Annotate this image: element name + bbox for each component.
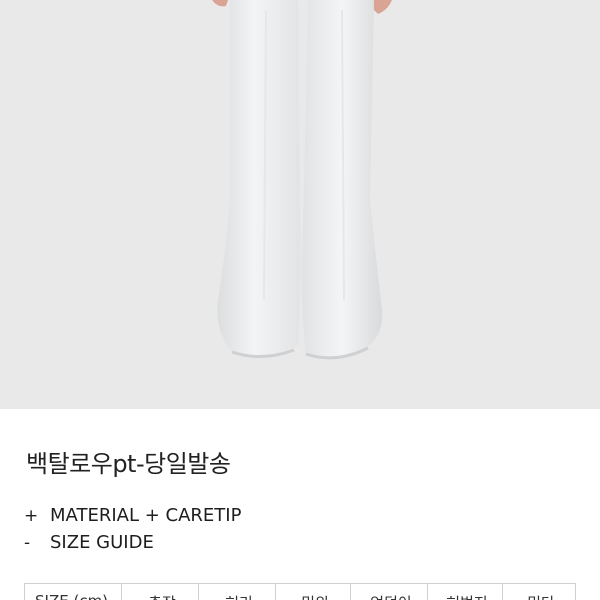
left-hand	[212, 0, 228, 7]
material-caretip-label: MATERIAL + CARETIP	[50, 505, 242, 526]
table-header-cell: 밑위	[275, 583, 351, 600]
table-header-cell: 허벅지	[427, 583, 503, 600]
table-header-cell: 엉덩이	[350, 583, 428, 600]
table-header-row: SIZE (cm) 총장 허리 밑위 엉덩이 허벅지 밑단	[24, 583, 576, 600]
collapse-minus-icon: -	[24, 532, 31, 553]
material-caretip-toggle[interactable]: + MATERIAL + CARETIP	[24, 505, 584, 526]
product-title: 백탈로우pt-당일발송	[26, 450, 231, 478]
table-header-cell: 밑단	[502, 583, 576, 600]
left-leg	[217, 0, 301, 356]
product-page: 백탈로우pt-당일발송 + MATERIAL + CARETIP - SIZE …	[0, 0, 600, 600]
size-guide-table: SIZE (cm) 총장 허리 밑위 엉덩이 허벅지 밑단	[24, 583, 576, 600]
table-header-cell: 허리	[198, 583, 276, 600]
table-header-cell: SIZE (cm)	[24, 583, 122, 600]
right-hand	[372, 0, 392, 14]
pants-photo	[212, 0, 392, 360]
product-image[interactable]	[0, 0, 600, 409]
size-guide-label: SIZE GUIDE	[50, 532, 154, 553]
table-header-cell: 총장	[121, 583, 199, 600]
expand-plus-icon: +	[24, 505, 39, 526]
size-guide-toggle[interactable]: - SIZE GUIDE	[24, 532, 584, 553]
